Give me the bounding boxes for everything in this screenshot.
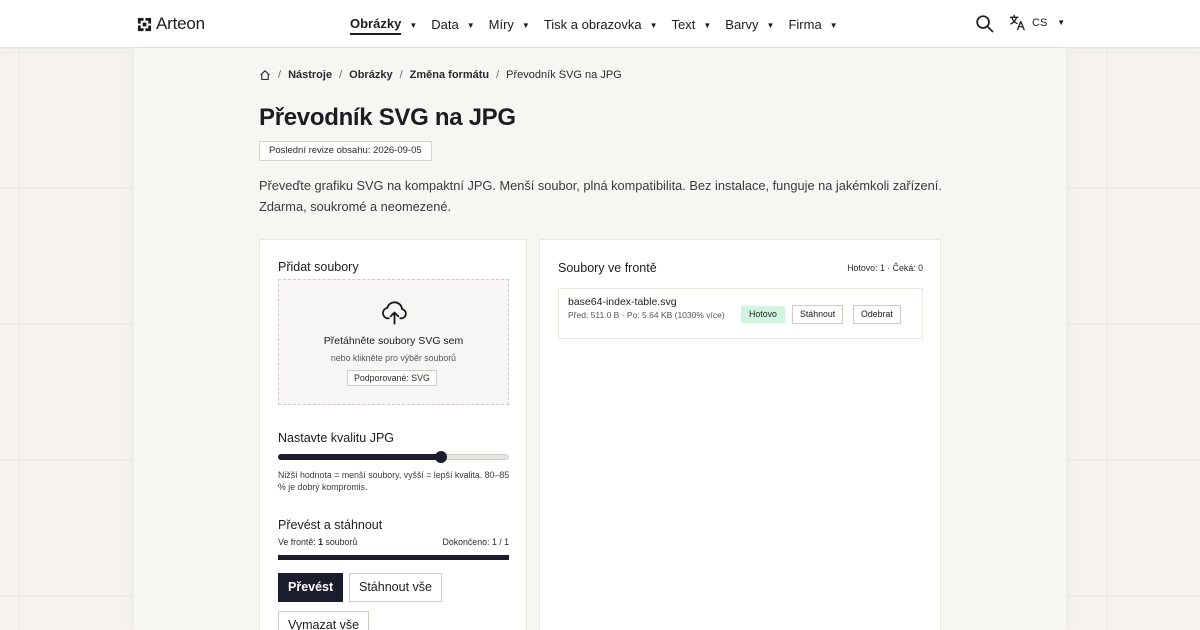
nav-item-data[interactable]: Data ▼ [431,16,474,35]
completed-status: Dokončeno: 1 / 1 [442,537,509,547]
page-title: Převodník SVG na JPG [259,104,516,131]
caret-down-icon: ▼ [703,21,712,30]
language-switcher[interactable]: CS ▼ [1009,14,1065,31]
nav-item-label: Tisk a obrazovka [543,17,642,32]
caret-down-icon: ▼ [649,21,658,30]
breadcrumb-link-nastroje[interactable]: Nástroje [288,69,332,81]
breadcrumb-link-obrazky[interactable]: Obrázky [349,69,392,81]
queue-file-item: base64-index-table.svg Před: 511.0 B · P… [558,288,923,339]
status-badge: Hotovo [741,306,785,323]
breadcrumb-separator: / [399,69,403,81]
nav-item-obrazky[interactable]: Obrázky ▼ [350,16,417,35]
nav-item-label: Barvy [725,17,759,32]
nav-item-label: Data [431,17,459,32]
main-content: / Nástroje / Obrázky / Změna formátu / P… [134,48,1066,630]
upload-section-title: Přidat soubory [278,260,359,274]
download-all-button[interactable]: Stáhnout vše [349,573,442,602]
breadcrumb-separator: / [496,69,500,81]
nav-item-label: Firma [788,17,822,32]
translate-icon [1009,14,1025,31]
nav-item-label: Text [671,17,696,32]
cloud-upload-icon [382,301,407,325]
search-icon [976,15,994,33]
breadcrumb-separator: / [278,69,282,81]
queue-section-title: Soubory ve frontě [558,261,657,275]
nav-item-label: Obrázky [350,16,402,35]
breadcrumb: / Nástroje / Obrázky / Změna formátu / P… [259,69,622,81]
slider-fill [278,454,441,460]
converter-panel: Přidat soubory Přetáhněte soubory SVG se… [259,239,527,630]
quality-section-title: Nastavte kvalitu JPG [278,431,395,445]
revision-badge: Poslední revize obsahu: 2026-09-05 [259,141,432,161]
nav-item-tisk-a-obrazovka[interactable]: Tisk a obrazovka ▼ [544,16,658,35]
queue-suffix: souborů [323,537,358,547]
queue-panel: Soubory ve frontě Hotovo: 1 · Čeká: 0 ba… [539,239,941,630]
caret-down-icon: ▼ [466,21,475,30]
nav-item-barvy[interactable]: Barvy ▼ [725,16,774,35]
quality-hint: Nižší hodnota = menší soubory, vyšší = l… [278,470,510,492]
slider-thumb[interactable] [434,451,447,463]
dropzone-subtext: nebo klikněte pro výběr souborů [330,353,457,363]
top-navbar: Arteon Obrázky ▼ Data ▼ Míry ▼ Tisk a ob… [0,0,1200,48]
queue-status-row: Ve frontě: 1 souborů Dokončeno: 1 / 1 [278,537,509,547]
caret-down-icon: ▼ [409,21,418,30]
breadcrumb-current: Převodník SVG na JPG [506,69,622,81]
caret-down-icon: ▼ [829,21,838,30]
convert-button[interactable]: Převést [278,573,344,602]
nav-item-miry[interactable]: Míry ▼ [489,16,530,35]
page-intro: Převeďte grafiku SVG na kompaktní JPG. M… [259,178,942,214]
main-nav: Obrázky ▼ Data ▼ Míry ▼ Tisk a obrazovka… [350,16,852,35]
language-code: CS [1032,16,1048,29]
conversion-progress-bar [278,555,509,560]
supported-formats-chip: Podporované: SVG [347,370,437,386]
queue-prefix: Ve frontě: [278,537,319,547]
clear-all-button[interactable]: Vymazat vše [278,611,370,630]
breadcrumb-link-zmena-formatu[interactable]: Změna formátu [410,69,489,81]
download-file-button[interactable]: Stáhnout [792,305,844,324]
brand-logo[interactable]: Arteon [137,14,205,34]
queue-counts: Hotovo: 1 · Čeká: 0 [847,263,923,273]
caret-down-icon: ▼ [1057,18,1066,27]
dropzone-text: Přetáhněte soubory SVG sem [323,335,464,347]
remove-file-button[interactable]: Odebrat [853,305,901,324]
search-button[interactable] [975,14,994,33]
nav-item-firma[interactable]: Firma ▼ [788,16,837,35]
nav-item-label: Míry [488,17,514,32]
file-size-info: Před: 511.0 B · Po: 5.64 KB (1030% více) [568,310,725,320]
arteon-logo-icon [137,17,152,31]
nav-item-text[interactable]: Text ▼ [672,16,712,35]
file-name: base64-index-table.svg [568,296,677,308]
convert-section-title: Převést a stáhnout [278,518,383,532]
caret-down-icon: ▼ [521,21,530,30]
file-dropzone[interactable]: Přetáhněte soubory SVG sem nebo klikněte… [278,279,509,405]
home-icon[interactable] [259,69,271,81]
brand-name: Arteon [156,14,205,33]
progress-fill [278,555,509,560]
caret-down-icon: ▼ [766,21,775,30]
breadcrumb-separator: / [339,69,343,81]
quality-slider[interactable] [278,451,509,463]
